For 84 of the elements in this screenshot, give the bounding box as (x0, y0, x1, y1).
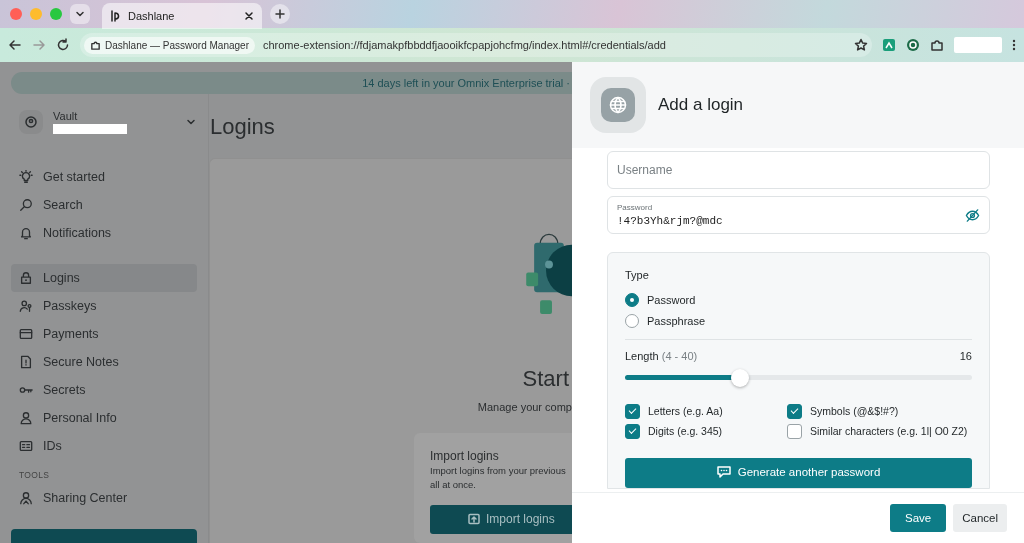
radio-label: Passphrase (647, 314, 706, 327)
sidebar-item[interactable]: Get started (11, 162, 197, 191)
checkbox-label: Letters (e.g. Aa) (648, 405, 723, 417)
admin-console-button[interactable] (11, 528, 197, 543)
sidebar-item[interactable]: Payments (11, 319, 197, 348)
people-icon (19, 298, 33, 313)
plus-icon (275, 9, 285, 19)
user-circle-icon (25, 116, 37, 129)
import-logins-button[interactable]: Import logins (430, 504, 572, 534)
field-label: Password (617, 203, 654, 212)
upload-icon (468, 513, 480, 526)
sidebar-item[interactable]: Sharing Center (11, 483, 197, 512)
panel-title: Add a login (658, 95, 744, 115)
import-title: Import logins (430, 448, 500, 463)
back-arrow-icon[interactable] (8, 38, 22, 52)
extension-icon[interactable] (882, 38, 896, 52)
radio-button[interactable] (625, 313, 639, 328)
id-card-icon (19, 438, 33, 453)
bell-icon (19, 225, 33, 240)
redacted-block (954, 37, 1002, 53)
cancel-button[interactable]: Cancel (953, 504, 1007, 532)
search-icon (19, 197, 33, 212)
radio-label: Password (647, 293, 696, 306)
vault-label: Vault (53, 110, 79, 123)
sidebar-item[interactable]: Personal Info (11, 403, 197, 432)
chevron-down-icon (75, 9, 85, 19)
star-icon[interactable] (854, 38, 868, 52)
logo-icon (110, 10, 122, 22)
lock-icon (19, 270, 33, 285)
password-field[interactable]: Password !4?b3Yh&rjm?@mdc (607, 196, 990, 234)
bulb-icon (19, 169, 33, 184)
slider-track[interactable] (625, 375, 972, 380)
menu-icon[interactable] (1012, 38, 1016, 52)
length-label: Length (625, 350, 659, 362)
browser-tab[interactable]: Dashlane (102, 3, 262, 29)
checkbox-label: Digits (e.g. 345) (648, 425, 723, 437)
sidebar-item[interactable]: Search (11, 190, 197, 219)
close-icon[interactable] (244, 11, 254, 21)
checkbox[interactable] (625, 423, 640, 439)
site-chip[interactable]: Dashlane — Password Manager (84, 36, 255, 54)
import-description: all at once. (430, 478, 477, 491)
radio-button[interactable] (625, 292, 639, 307)
url-text[interactable]: chrome-extension://fdjamakpfbbddfjaooikfcpapjohcfmg/index.html#/credentials/add (262, 39, 846, 51)
site-name: Dashlane — Password Manager (105, 39, 249, 51)
reload-icon[interactable] (56, 38, 70, 52)
slider-thumb[interactable] (730, 368, 749, 387)
person-icon (19, 410, 33, 425)
page-title: Logins (210, 114, 276, 140)
checkbox-label: Symbols (@&$!#?) (810, 405, 899, 417)
checkbox-label: Similar characters (e.g. 1l| O0 Z2) (810, 425, 968, 437)
trial-banner: 14 days left in your Omnix Enterprise trial · (11, 72, 572, 94)
checkbox[interactable] (625, 403, 640, 419)
new-tab-button[interactable] (270, 4, 290, 24)
tab-list-button[interactable] (70, 4, 90, 24)
vault-switcher[interactable]: Vault (19, 106, 197, 139)
extension-icon[interactable] (906, 38, 920, 52)
sidebar-item[interactable]: Secure Notes (11, 347, 197, 376)
eye-slash-icon[interactable] (965, 207, 980, 223)
sidebar-item[interactable]: Notifications (11, 218, 197, 247)
empty-state-subtitle: Manage your comp (477, 400, 572, 413)
length-value: 16 (959, 350, 972, 362)
sidebar-item[interactable]: IDs (11, 431, 197, 460)
import-description: Import logins from your previous (430, 464, 567, 477)
puzzle-icon[interactable] (930, 38, 944, 52)
password-value: !4?b3Yh&rjm?@mdc (617, 215, 724, 227)
length-range: (4 - 40) (661, 350, 698, 362)
note-icon (19, 354, 33, 369)
sidebar-item[interactable]: Passkeys (11, 291, 197, 320)
tab-title: Dashlane (128, 10, 176, 22)
section-heading: TOOLS (18, 469, 51, 480)
card-icon (19, 326, 33, 341)
checkbox[interactable] (787, 423, 802, 439)
save-button[interactable]: Save (889, 504, 947, 532)
sidebar-item[interactable]: Secrets (11, 375, 197, 404)
username-field[interactable]: Username (607, 151, 990, 189)
globe-icon (608, 95, 628, 115)
empty-state-title: Start (522, 365, 569, 392)
checkbox[interactable] (787, 403, 802, 419)
puzzle-icon (90, 39, 101, 51)
type-label: Type (625, 269, 650, 281)
chat-icon (716, 466, 731, 478)
generate-password-button[interactable]: Generate another password (625, 458, 972, 488)
sidebar-item[interactable]: Logins (11, 263, 197, 292)
sharing-icon (19, 490, 33, 505)
